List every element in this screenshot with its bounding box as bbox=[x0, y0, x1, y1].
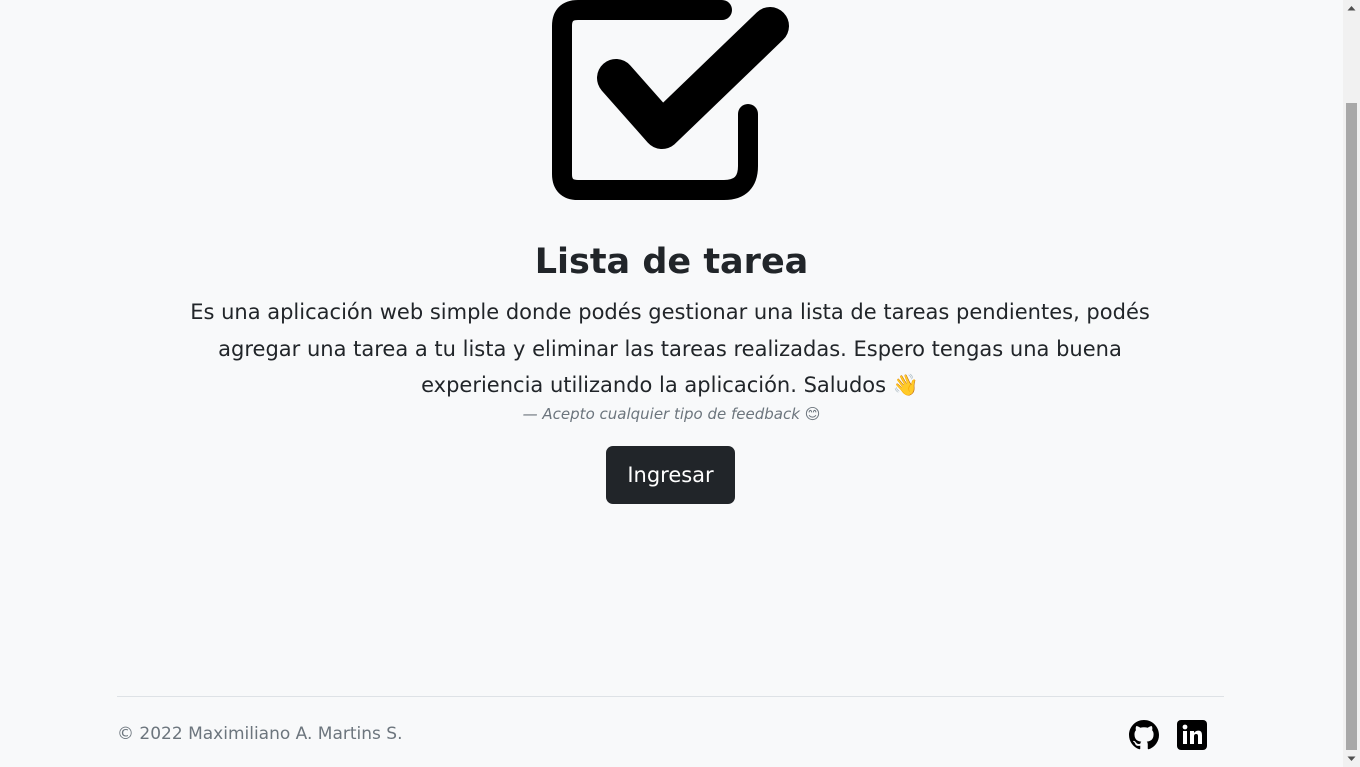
copyright-text: © 2022 Maximiliano A. Martins S. bbox=[117, 724, 403, 744]
feedback-note: — Acepto cualquier tipo de feedback 😊 bbox=[522, 405, 821, 423]
github-link[interactable] bbox=[1129, 720, 1159, 750]
app-description: Es una aplicación web simple donde podés… bbox=[190, 300, 1150, 397]
page: Lista de tarea Es una aplicación web sim… bbox=[0, 0, 1343, 767]
vertical-scrollbar[interactable] bbox=[1343, 0, 1360, 767]
github-icon bbox=[1129, 720, 1159, 750]
scroll-down-arrow-icon[interactable] bbox=[1343, 750, 1360, 767]
enter-button[interactable]: Ingresar bbox=[606, 446, 735, 504]
linkedin-icon bbox=[1177, 720, 1207, 750]
footer-divider bbox=[117, 696, 1224, 697]
scrollbar-thumb[interactable] bbox=[1346, 103, 1357, 750]
linkedin-link[interactable] bbox=[1177, 720, 1207, 750]
check-square-icon bbox=[552, 0, 789, 200]
scroll-up-arrow-icon[interactable] bbox=[1343, 0, 1360, 17]
browser-viewport: Lista de tarea Es una aplicación web sim… bbox=[0, 0, 1360, 767]
page-title: Lista de tarea bbox=[534, 242, 809, 282]
social-links bbox=[1129, 720, 1207, 750]
